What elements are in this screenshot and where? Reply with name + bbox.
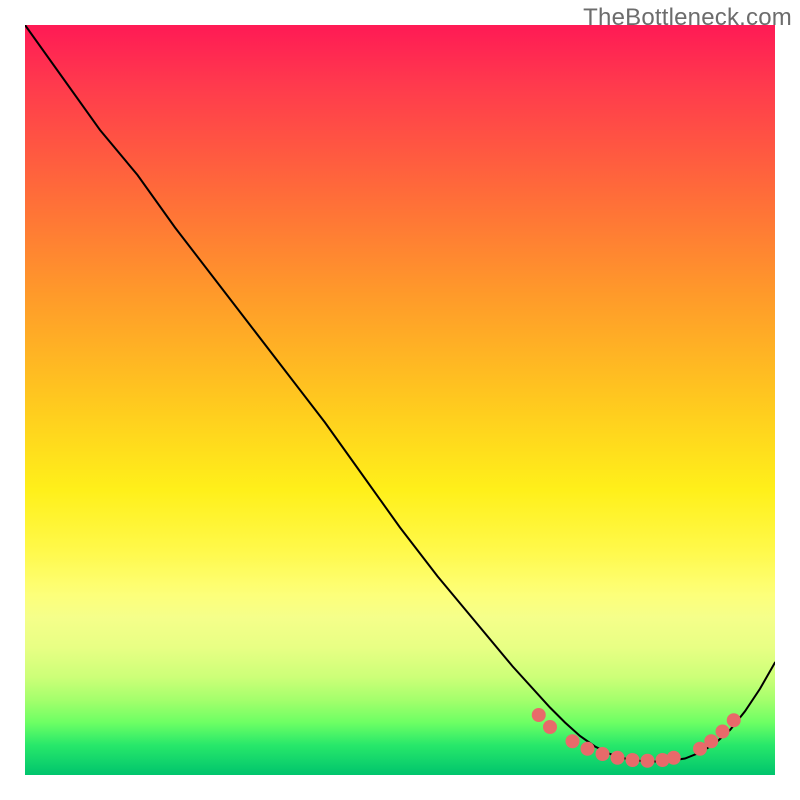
optimal-dot — [611, 751, 625, 765]
dots-group — [532, 708, 741, 768]
optimal-dot — [716, 725, 730, 739]
optimal-dot — [566, 734, 580, 748]
optimal-dot — [704, 734, 718, 748]
chart-container: TheBottleneck.com — [0, 0, 800, 800]
optimal-dot — [581, 742, 595, 756]
optimal-dot — [727, 713, 741, 727]
plot-area — [25, 25, 775, 775]
optimal-dot — [626, 753, 640, 767]
optimal-dot — [596, 747, 610, 761]
optimal-dot — [543, 720, 557, 734]
optimal-dot — [667, 751, 681, 765]
optimal-dot — [532, 708, 546, 722]
optimal-dot — [641, 754, 655, 768]
watermark-text: TheBottleneck.com — [583, 4, 792, 32]
optimal-band-dots — [25, 25, 775, 775]
